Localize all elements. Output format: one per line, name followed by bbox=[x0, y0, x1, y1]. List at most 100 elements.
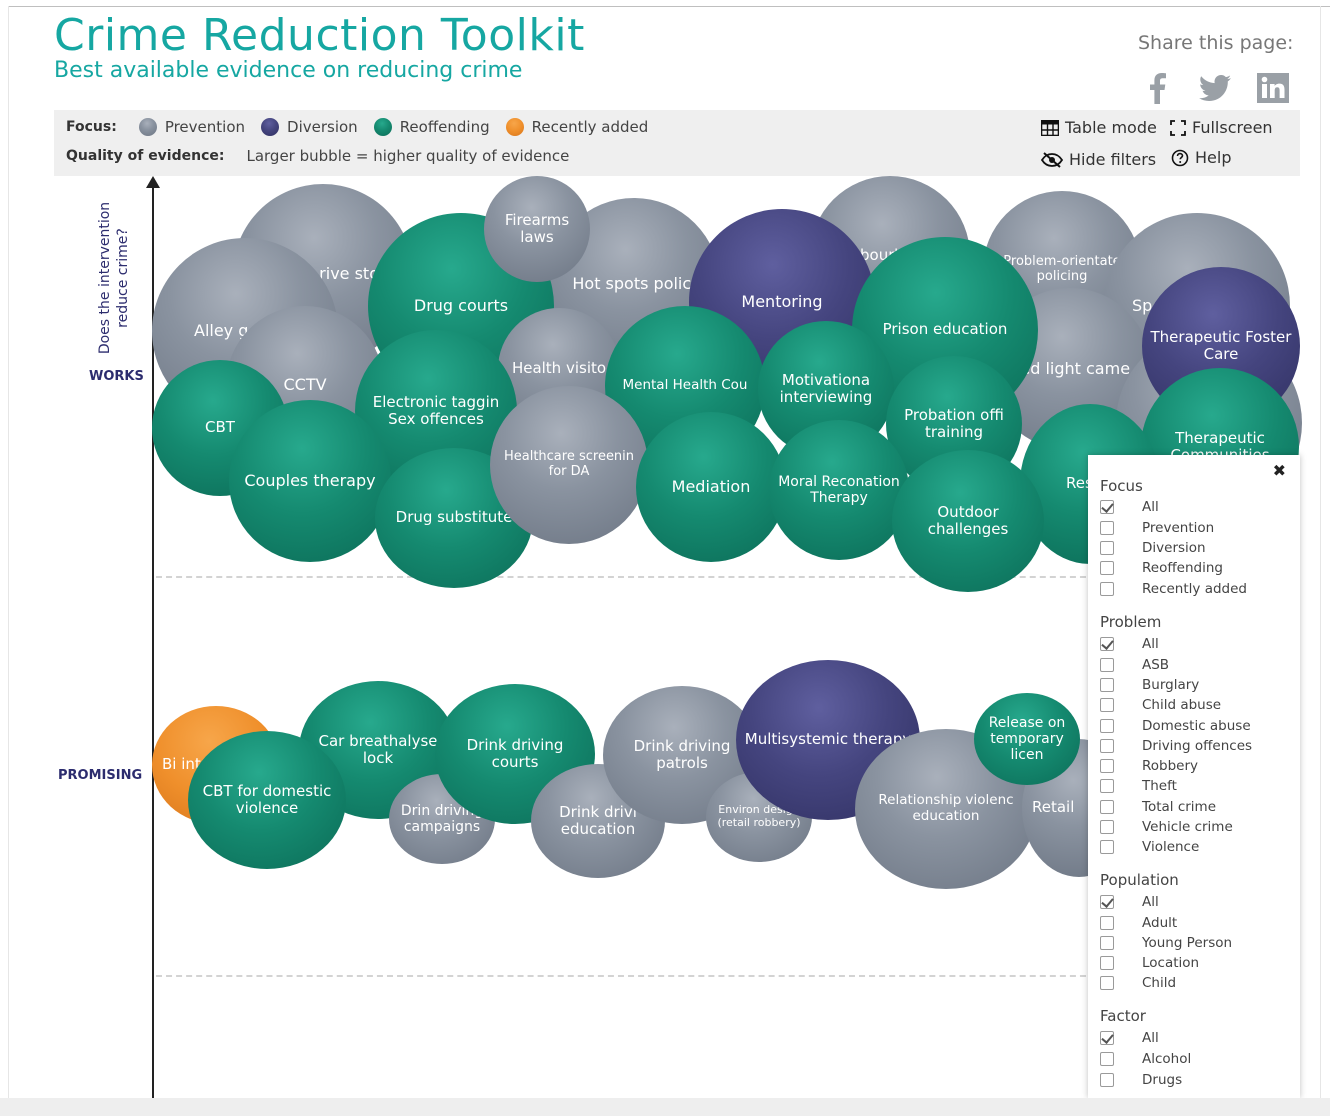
bubble-promising[interactable]: Release on temporary licen bbox=[974, 693, 1080, 785]
option-label: All bbox=[1142, 499, 1159, 515]
bubble-label: Prison education bbox=[882, 320, 1008, 339]
filter-option[interactable]: Adult bbox=[1100, 915, 1177, 931]
filter-option[interactable]: Domestic abuse bbox=[1100, 718, 1251, 734]
checkbox[interactable] bbox=[1100, 739, 1114, 753]
legend-prevention: Prevention bbox=[138, 118, 246, 136]
close-icon[interactable]: ✖ bbox=[1273, 461, 1286, 480]
bubble-works[interactable]: Healthcare screenin for DA bbox=[490, 386, 648, 544]
help-button[interactable]: Help bbox=[1171, 148, 1231, 167]
checkbox[interactable] bbox=[1100, 916, 1114, 930]
table-mode-button[interactable]: Table mode bbox=[1041, 118, 1157, 137]
bubble-works[interactable]: Couples therapy bbox=[229, 400, 391, 562]
checkbox[interactable] bbox=[1100, 561, 1114, 575]
checkbox[interactable] bbox=[1100, 779, 1114, 793]
filter-option[interactable]: All bbox=[1100, 499, 1159, 515]
filter-option[interactable]: Drugs bbox=[1100, 1072, 1182, 1088]
level-promising: PROMISING bbox=[58, 768, 143, 783]
share-icons bbox=[1140, 70, 1290, 106]
checkbox[interactable] bbox=[1100, 1052, 1114, 1066]
bubble-label: Drug substitute bbox=[395, 508, 513, 527]
legend-reoffending: Reoffending bbox=[373, 118, 490, 136]
checkbox[interactable] bbox=[1100, 759, 1114, 773]
y-axis-question: Does the intervention reduce crime? bbox=[97, 201, 131, 355]
filter-option[interactable]: Location bbox=[1100, 955, 1199, 971]
bubble-label: Mediation bbox=[671, 476, 751, 496]
filter-option[interactable]: Total crime bbox=[1100, 799, 1216, 815]
checkbox[interactable] bbox=[1100, 582, 1114, 596]
filter-option[interactable]: Diversion bbox=[1100, 540, 1206, 556]
filter-option[interactable]: Vehicle crime bbox=[1100, 819, 1233, 835]
filter-option[interactable]: ASB bbox=[1100, 657, 1169, 673]
checkbox[interactable] bbox=[1100, 698, 1114, 712]
bubble-label: Relationship violenc education bbox=[878, 792, 1014, 824]
help-label: Help bbox=[1195, 148, 1232, 167]
filter-group-title: Problem bbox=[1100, 613, 1162, 631]
filter-option[interactable]: Robbery bbox=[1100, 758, 1198, 774]
option-label: Theft bbox=[1142, 778, 1177, 794]
option-label: Drugs bbox=[1142, 1072, 1183, 1088]
option-label: All bbox=[1142, 1030, 1159, 1046]
option-label: Adult bbox=[1142, 915, 1178, 931]
focus-legend: Focus: Prevention Diversion Reoffending … bbox=[66, 118, 664, 136]
checkbox[interactable] bbox=[1100, 500, 1114, 514]
checkbox[interactable] bbox=[1100, 637, 1114, 651]
checkbox[interactable] bbox=[1100, 1031, 1114, 1045]
option-label: Diversion bbox=[1142, 540, 1206, 556]
filter-option[interactable]: Alcohol bbox=[1100, 1051, 1191, 1067]
filter-group-title: Population bbox=[1100, 871, 1179, 889]
bubble-label: rive sto bbox=[319, 263, 379, 283]
checkbox[interactable] bbox=[1100, 719, 1114, 733]
bubble-works[interactable]: Firearms laws bbox=[484, 176, 590, 282]
bubble-label: CCTV bbox=[283, 374, 327, 394]
bubble-works[interactable]: Outdoor challenges bbox=[892, 450, 1044, 592]
filter-option[interactable]: Child abuse bbox=[1100, 697, 1221, 713]
filter-option[interactable]: Violence bbox=[1100, 839, 1199, 855]
option-label: Robbery bbox=[1142, 758, 1199, 774]
filter-option[interactable]: All bbox=[1100, 894, 1159, 910]
bubble-label: Therapeutic Foster Care bbox=[1150, 327, 1292, 363]
checkbox[interactable] bbox=[1100, 521, 1114, 535]
facebook-icon[interactable] bbox=[1140, 72, 1174, 104]
filter-group-title: Focus bbox=[1100, 477, 1143, 495]
bubble-label: Moral Reconation Therapy bbox=[778, 473, 900, 506]
focus-label: Focus: bbox=[66, 119, 117, 135]
bubble-works[interactable]: Mediation bbox=[636, 412, 786, 562]
fullscreen-button[interactable]: Fullscreen bbox=[1170, 118, 1273, 137]
checkbox[interactable] bbox=[1100, 820, 1114, 834]
filter-option[interactable]: All bbox=[1100, 1030, 1159, 1046]
bubble-label: Outdoor challenges bbox=[927, 502, 1009, 538]
bubble-label: Multisystemic therapy bbox=[744, 730, 912, 749]
checkbox[interactable] bbox=[1100, 800, 1114, 814]
checkbox[interactable] bbox=[1100, 658, 1114, 672]
checkbox[interactable] bbox=[1100, 936, 1114, 950]
option-label: Location bbox=[1142, 955, 1200, 971]
filter-option[interactable]: Driving offences bbox=[1100, 738, 1252, 754]
filter-option[interactable]: Child bbox=[1100, 975, 1176, 991]
linkedin-icon[interactable] bbox=[1256, 72, 1290, 104]
checkbox[interactable] bbox=[1100, 541, 1114, 555]
bubble-works[interactable]: Moral Reconation Therapy bbox=[769, 420, 909, 560]
filter-option[interactable]: All bbox=[1100, 636, 1159, 652]
checkbox[interactable] bbox=[1100, 678, 1114, 692]
filter-option[interactable]: Burglary bbox=[1100, 677, 1199, 693]
bubble-label: Mentoring bbox=[741, 291, 823, 311]
checkbox[interactable] bbox=[1100, 840, 1114, 854]
hide-filters-label: Hide filters bbox=[1069, 150, 1157, 169]
checkbox[interactable] bbox=[1100, 895, 1114, 909]
checkbox[interactable] bbox=[1100, 956, 1114, 970]
hide-filters-button[interactable]: Hide filters bbox=[1041, 150, 1156, 169]
filter-option[interactable]: Reoffending bbox=[1100, 560, 1223, 576]
quality-text: Larger bubble = higher quality of eviden… bbox=[246, 147, 570, 165]
option-label: Driving offences bbox=[1142, 738, 1253, 754]
filter-option[interactable]: Theft bbox=[1100, 778, 1177, 794]
level-works: WORKS bbox=[89, 369, 144, 384]
filter-option[interactable]: Prevention bbox=[1100, 520, 1214, 536]
twitter-icon[interactable] bbox=[1198, 72, 1232, 104]
filter-option[interactable]: Recently added bbox=[1100, 581, 1247, 597]
checkbox[interactable] bbox=[1100, 1073, 1114, 1087]
bubble-promising[interactable]: CBT for domestic violence bbox=[188, 731, 346, 869]
checkbox[interactable] bbox=[1100, 976, 1114, 990]
option-label: Burglary bbox=[1142, 677, 1200, 693]
filter-option[interactable]: Young Person bbox=[1100, 935, 1232, 951]
legend-label: Prevention bbox=[164, 118, 246, 136]
